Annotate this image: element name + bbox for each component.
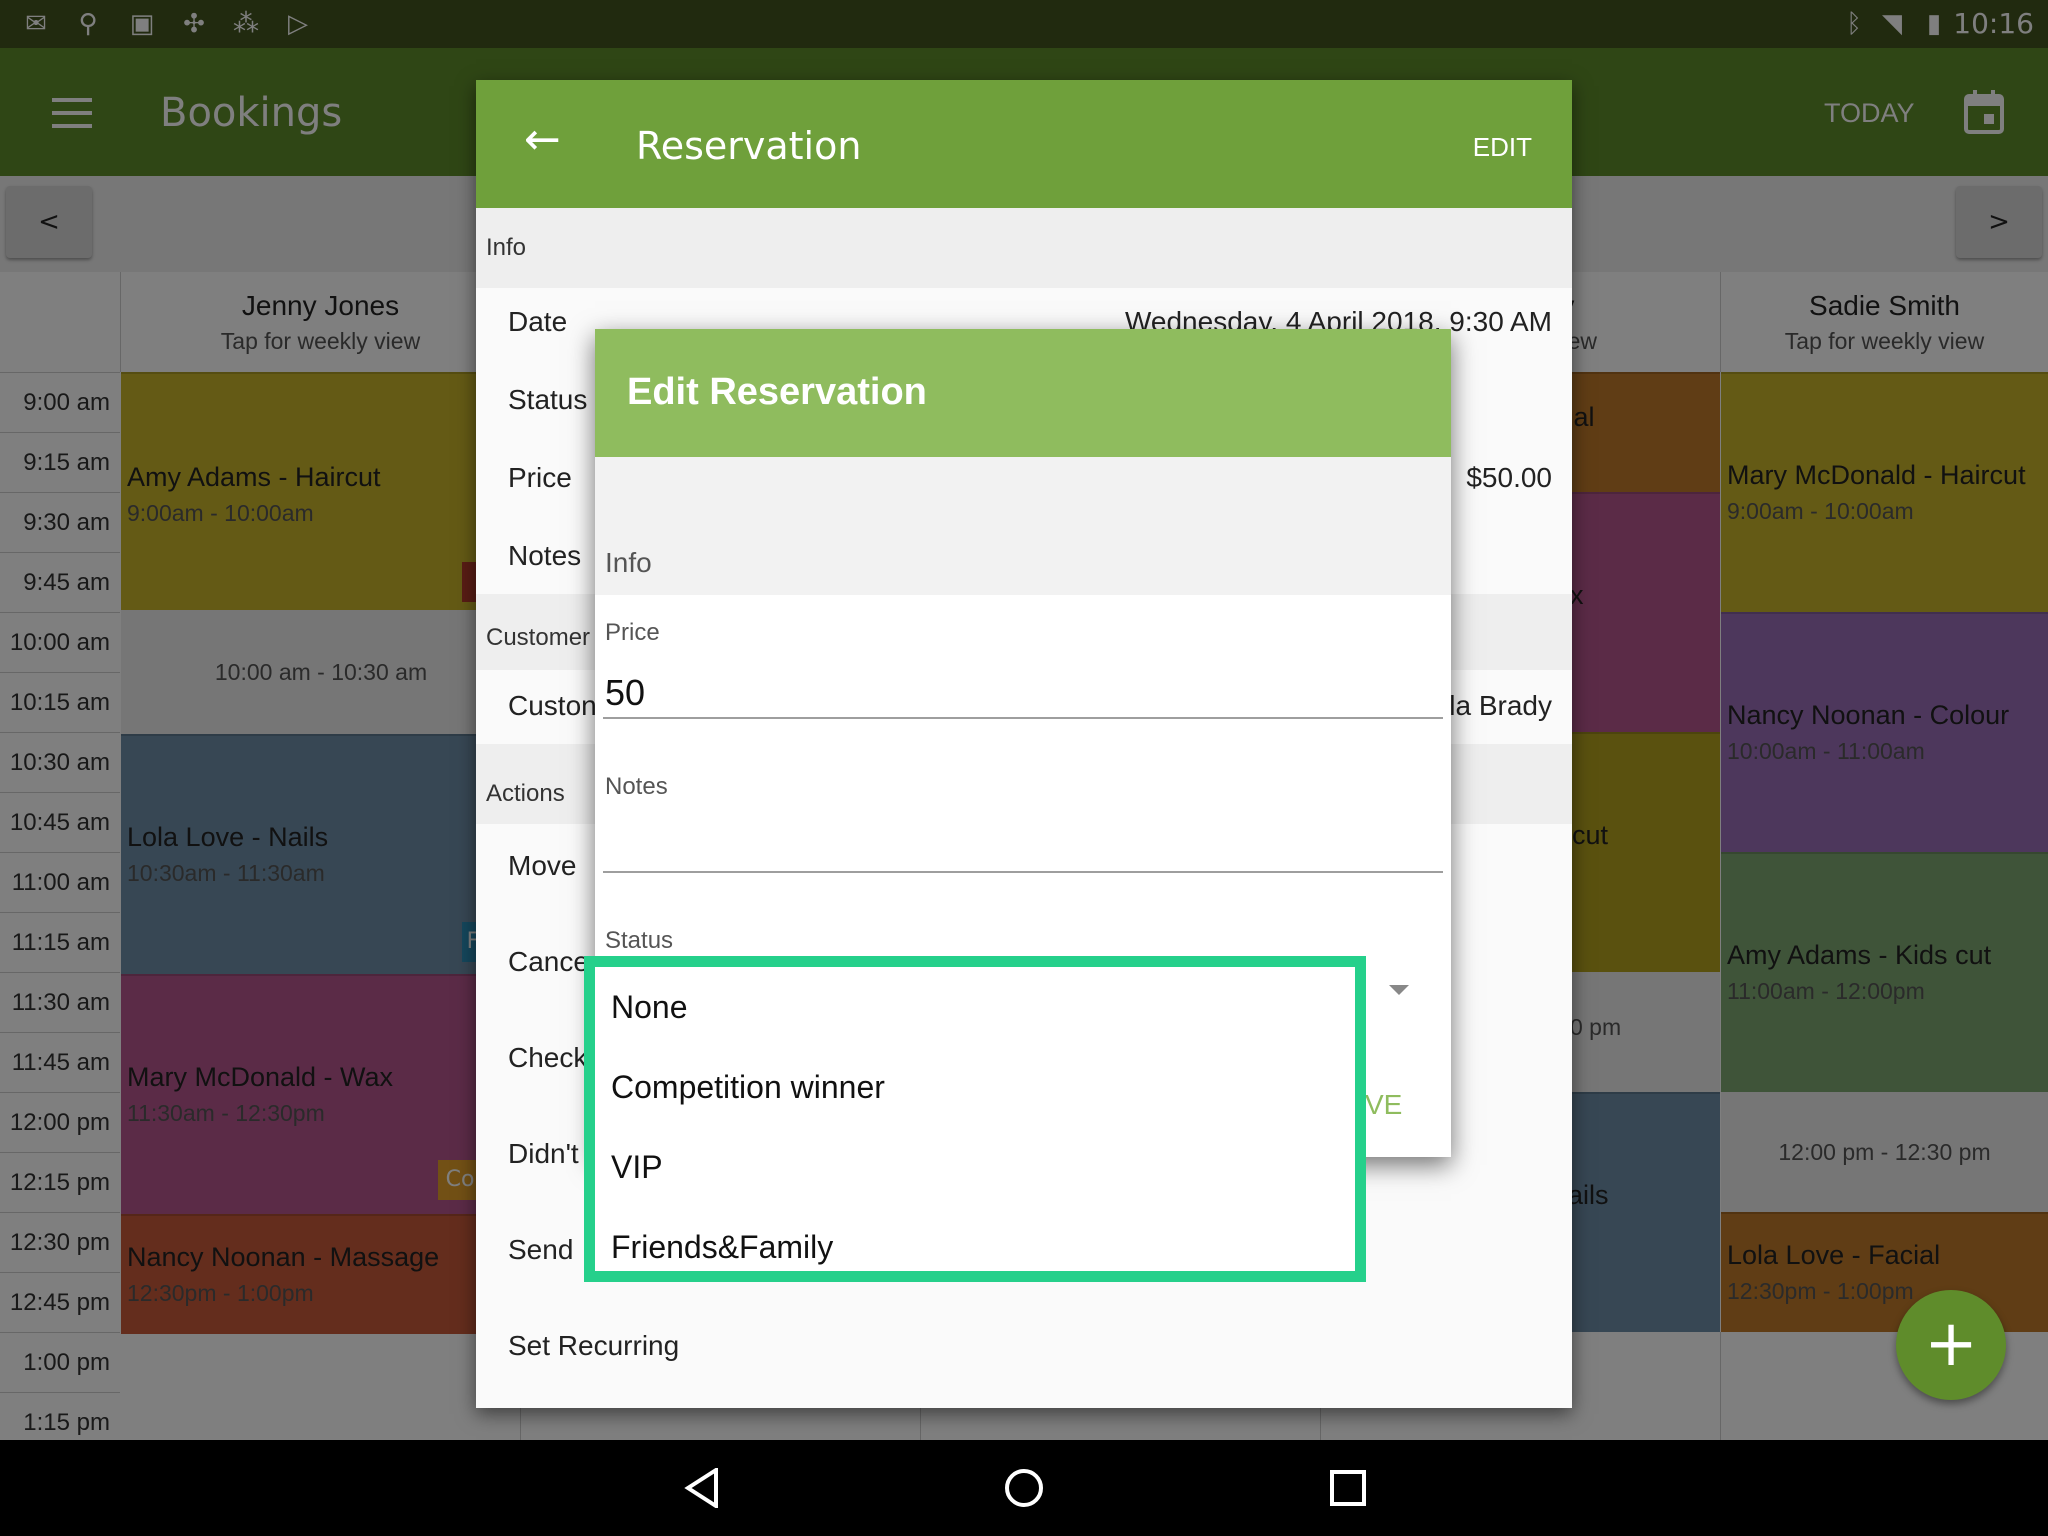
dialog-info-label: Info [605,547,652,578]
price-value: $50.00 [1466,462,1552,493]
row-label: Price [508,462,572,493]
price-input[interactable] [603,669,1443,719]
row-label: Date [508,306,568,337]
save-button[interactable]: VE [1365,1089,1402,1121]
recents-icon[interactable] [1330,1470,1366,1506]
dialog-info-section: Info [595,457,1451,595]
status-option-vip[interactable]: VIP [611,1127,1351,1207]
row-label: Notes [508,540,582,571]
home-icon[interactable] [1004,1468,1044,1508]
section-info: Info [476,208,1572,288]
status-dropdown-list: None Competition winner VIP Friends&Fami… [584,956,1366,1282]
status-option-none[interactable]: None [611,967,1351,1047]
add-booking-button[interactable]: + [1896,1290,2006,1400]
action-cancel[interactable]: Cance [508,946,589,978]
dialog-header: Edit Reservation [595,329,1451,457]
row-label: Status [508,384,588,415]
chevron-down-icon[interactable] [1389,985,1409,995]
edit-button[interactable]: EDIT [1473,132,1532,163]
reservation-title: Reservation [636,124,862,168]
back-icon[interactable] [684,1468,720,1508]
customer-value[interactable]: la Brady [1449,690,1552,722]
action-didnt[interactable]: Didn't [508,1138,579,1170]
status-option-friends-family[interactable]: Friends&Family [611,1207,1351,1287]
notes-label: Notes [605,773,668,800]
dialog-title: Edit Reservation [627,371,927,413]
action-move[interactable]: Move [508,850,576,882]
notes-input[interactable] [603,823,1443,873]
action-check[interactable]: Check [508,1042,587,1074]
status-option-competition-winner[interactable]: Competition winner [611,1047,1351,1127]
system-nav-bar [0,1440,2048,1536]
price-label: Price [605,619,660,646]
customer-label[interactable]: Custon [508,690,597,722]
action-send[interactable]: Send [508,1234,573,1266]
reservation-header: ← Reservation EDIT [476,80,1572,208]
status-label: Status [605,927,674,954]
back-arrow-icon[interactable]: ← [524,114,561,165]
action-set-recurring[interactable]: Set Recurring [508,1330,679,1362]
plus-icon: + [1924,1307,1978,1381]
